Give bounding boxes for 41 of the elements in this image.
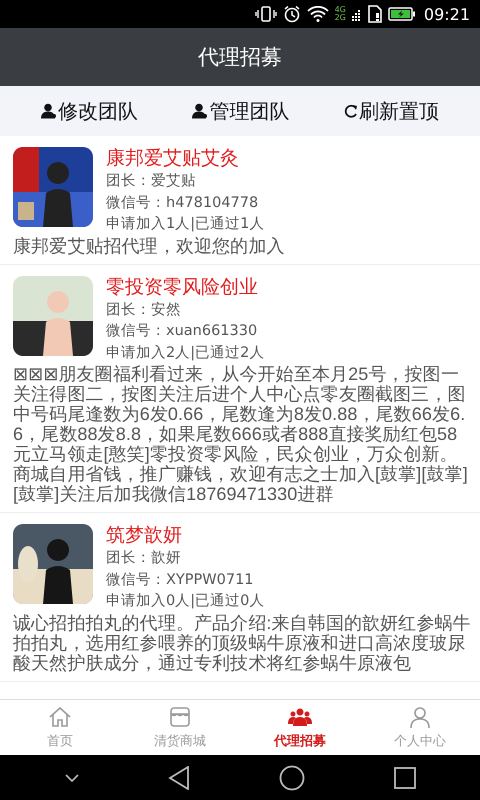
- store-icon: [168, 705, 192, 729]
- vibrate-icon: [254, 6, 277, 22]
- refresh-icon: [344, 103, 358, 119]
- alarm-icon: [282, 5, 301, 23]
- home-circle-icon[interactable]: [278, 764, 304, 790]
- wechat-id: 微信号：h478104778: [106, 194, 260, 212]
- team-description: 康邦爱艾贴招代理，欢迎您的加入: [13, 236, 286, 256]
- join-stats: 申请加入2人|已通过2人: [106, 344, 264, 362]
- recents-icon[interactable]: [394, 766, 416, 788]
- wechat-id: 微信号：XYPPW0711: [106, 570, 255, 590]
- team-name: 筑梦歆妍: [106, 523, 183, 548]
- clock-time: 09:21: [424, 4, 470, 24]
- nav-tab[interactable]: 清货商城: [120, 700, 240, 755]
- action-button[interactable]: 刷新置顶: [344, 98, 439, 124]
- team-description: 诚心招拍拍丸的代理。产品介绍:来自韩国的歆妍红参蜗牛拍拍丸，选用红参喂养的顶级蜗牛原液和进口高浓度玻尿酸天然护肤成分，通过专利技术将红参蜗牛原液包: [13, 612, 472, 672]
- action-button[interactable]: 管理团队: [192, 98, 290, 124]
- home-icon: [48, 705, 72, 729]
- team-description: ⊠⊠⊠朋友圈福利看过来，从今开始至本月25号，按图一关注得图二，按图关注后进个人中心点零友圈截图三，图中号码尾逢数为6发0.66，尾数逢为8发0.88，尾数66发6.6，尾数88发8.8，如果尾数666或者888直接奖励红包58元立马领走[憨笑]零投资零风险，民众创业，万众创新。商城自用省钱，推广赚钱，欢迎有志之士加入[鼓掌][鼓掌][鼓掌]关注后加我微信18769471330进群: [13, 364, 469, 504]
- person-icon: [408, 705, 432, 729]
- sim-card-icon: [368, 5, 382, 23]
- back-icon[interactable]: [168, 766, 190, 790]
- chevron-down-icon[interactable]: [64, 774, 78, 782]
- nav-tab[interactable]: 代理招募: [240, 700, 360, 755]
- action-button[interactable]: 修改团队: [41, 98, 138, 124]
- join-stats: 申请加入0人|已通过0人: [106, 592, 264, 611]
- network-label: 2G: [334, 14, 346, 22]
- wechat-id: 微信号：xuan661330: [106, 322, 258, 341]
- team-name: 零投资零风险创业: [106, 274, 259, 300]
- page-title: 代理招募: [198, 44, 282, 71]
- team-name: 康邦爱艾贴艾灸: [106, 146, 240, 171]
- battery-icon: [388, 7, 416, 21]
- network-label: 4G: [334, 6, 346, 14]
- team-leader: 团长：歆妍: [106, 549, 182, 568]
- person-icon: [41, 103, 58, 119]
- nav-tab[interactable]: 首页: [0, 700, 120, 755]
- join-stats: 申请加入1人|已通过1人: [106, 215, 264, 234]
- team-leader: 团长：爱艾贴: [106, 172, 197, 191]
- wifi-icon: [306, 6, 329, 22]
- team-leader: 团长：安然: [106, 300, 182, 320]
- person-icon: [192, 103, 208, 119]
- nav-tab[interactable]: 个人中心: [360, 700, 480, 755]
